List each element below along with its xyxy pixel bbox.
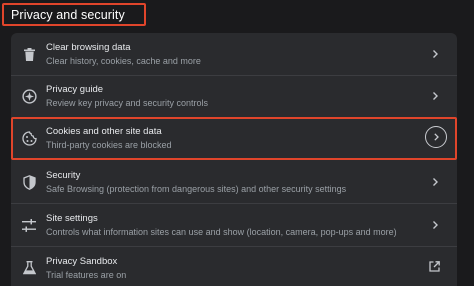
clear-browsing-data-row[interactable]: Clear browsing data Clear history, cooki…: [11, 33, 457, 75]
open-external-icon[interactable]: [428, 260, 440, 272]
chevron-right-icon[interactable]: [432, 177, 438, 187]
flask-icon: [21, 260, 37, 276]
cookies-highlight-box: [11, 117, 457, 160]
settings-page: Privacy and security Clear browsing data…: [0, 0, 474, 286]
clear-browsing-data-label: Clear browsing data: [46, 42, 131, 53]
site-settings-sublabel: Controls what information sites can use …: [46, 227, 397, 237]
security-label: Security: [46, 170, 81, 181]
chevron-right-icon[interactable]: [432, 49, 438, 59]
security-sublabel: Safe Browsing (protection from dangerous…: [46, 184, 347, 194]
clear-browsing-data-sublabel: Clear history, cookies, cache and more: [46, 56, 201, 66]
chevron-right-icon[interactable]: [432, 91, 438, 101]
site-settings-label: Site settings: [46, 213, 98, 224]
privacy-sandbox-label: Privacy Sandbox: [46, 256, 118, 267]
site-settings-row[interactable]: Site settings Controls what information …: [11, 204, 457, 246]
privacy-guide-row[interactable]: Privacy guide Review key privacy and sec…: [11, 76, 457, 117]
privacy-sandbox-sublabel: Trial features are on: [46, 270, 127, 280]
section-title: Privacy and security: [2, 3, 146, 26]
privacy-guide-label: Privacy guide: [46, 84, 104, 95]
security-row[interactable]: Security Safe Browsing (protection from …: [11, 161, 457, 203]
chevron-right-icon[interactable]: [432, 220, 438, 230]
compass-icon: [21, 88, 37, 104]
shield-icon: [21, 174, 37, 190]
sliders-icon: [21, 217, 37, 233]
trash-icon: [21, 46, 37, 62]
privacy-sandbox-row[interactable]: Privacy Sandbox Trial features are on: [11, 247, 457, 286]
privacy-guide-sublabel: Review key privacy and security controls: [46, 98, 209, 108]
